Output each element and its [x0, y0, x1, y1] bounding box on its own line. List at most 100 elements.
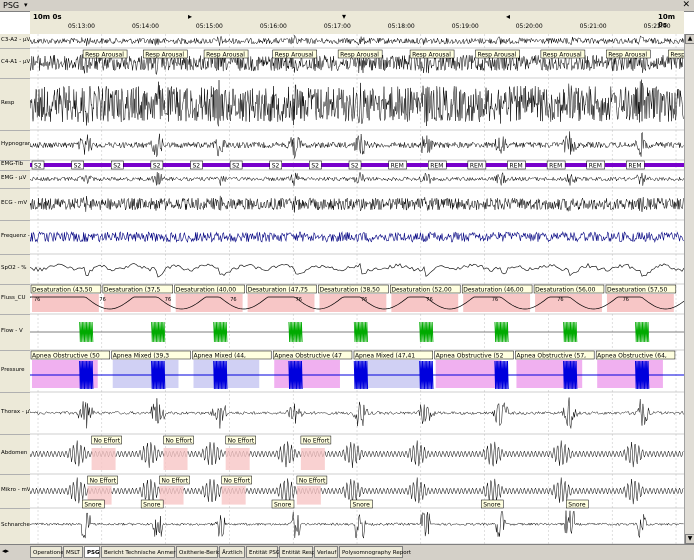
tab-bar: ◂▸ Operationen MSLT PSG Bericht Technische … [0, 544, 694, 560]
scroll-right-marker-icon[interactable]: ▸ [188, 12, 192, 21]
arousal-label-text: Resp Arousal [543, 52, 582, 59]
snore-label-text: Snore [352, 502, 370, 509]
channel-label[interactable]: C3-A2 - µV [1, 37, 30, 43]
channel-label[interactable]: C4-A1 - µV [1, 59, 30, 65]
spo2-value: 76 [492, 297, 498, 303]
channel-label[interactable]: Abdomen [1, 450, 30, 456]
arousal-event: Resp Arousal [272, 49, 317, 59]
flow2-burst [353, 360, 369, 390]
desaturation-label-text: Desaturation (52,00 [391, 287, 452, 294]
tab-nav-icon[interactable]: ◂▸ [2, 547, 9, 555]
channel-label[interactable]: EMG - µV [1, 175, 30, 181]
channel-label[interactable]: SpO2 - % [1, 265, 30, 271]
center-marker-icon[interactable]: ▾ [342, 12, 346, 21]
vertical-scrollbar[interactable]: ▲ ▼ [684, 34, 694, 544]
channel-label[interactable]: Mikro - mV [1, 487, 30, 493]
close-icon[interactable]: ✕ [682, 0, 690, 10]
arousal-event: Resp Arousal [337, 49, 383, 59]
channel-label[interactable]: EMG-Tib [1, 161, 30, 167]
tab-oxitherie-bericht[interactable]: Oxitherie-Bericht [176, 546, 226, 558]
signal-canvas[interactable]: Resp Arousal Resp Arousal Resp Arousal Resp… [30, 34, 684, 544]
sleep-stage-marker: REM [546, 160, 566, 170]
channel-label-column: C3-A2 - µV C4-A1 - µV Resp Hypnogram EMG-Tib… [0, 34, 31, 545]
stage-label-text: REM [628, 163, 641, 170]
spo2-value: 76 [296, 297, 302, 303]
sleep-stage-marker: REM [507, 160, 526, 170]
sleep-stage-marker: REM [467, 160, 487, 170]
desaturation-fill [535, 294, 602, 312]
stage-label-text: REM [589, 163, 602, 170]
spo2-value: 76 [34, 297, 40, 303]
apnea-label-text: Apnea Obstructive (57, [516, 353, 586, 360]
tab-verlauf[interactable]: Verlauf [314, 546, 338, 558]
tab--rztlich[interactable]: Ärztlich [219, 546, 245, 558]
scroll-up-icon[interactable]: ▲ [685, 34, 694, 44]
desaturation-label-text: Desaturation (37,5 [104, 287, 161, 294]
arousal-label-text: Resp Arousal [412, 52, 451, 59]
sleep-stage-marker: S2 [229, 160, 243, 170]
channel-label[interactable]: Fluss_CU [1, 295, 30, 301]
channel-label[interactable]: Frequenz - b [1, 233, 30, 239]
window-title: PSG [3, 1, 20, 10]
apnea-fill [435, 360, 502, 388]
time-tick-label: 05:13:00 [68, 23, 95, 30]
arousal-event: Resp Arousal [82, 49, 128, 59]
apnea-fill [597, 360, 663, 388]
no-effort-label-text: No Effort [299, 478, 326, 485]
snore-label-text: Snore [84, 502, 102, 509]
arousal-label-text: Resp Arousal [477, 52, 516, 59]
apnea-label-text: Apnea Mixed (44, [193, 353, 246, 360]
desaturation-label-text: Desaturation (40,00 [176, 287, 237, 294]
stage-label-text: REM [549, 163, 562, 170]
sleep-stage-marker: S2 [269, 160, 282, 170]
scroll-down-icon[interactable]: ▼ [685, 534, 694, 544]
time-tick-label: 05:18:00 [387, 23, 415, 30]
channel-label[interactable]: Hypnogram [1, 141, 30, 147]
snore-label-text: Snore [483, 502, 501, 509]
channel-separator [0, 284, 30, 285]
channel-label[interactable]: Resp [1, 100, 30, 106]
arousal-label-text: Resp Arousal [145, 52, 184, 59]
tab-bericht-technische-anmerkungen[interactable]: Bericht Technische Anmerkungen [101, 546, 196, 558]
desaturation-label-text: Desaturation (57,50 [607, 287, 668, 294]
snore-label-text: Snore [274, 502, 292, 509]
sleep-stage-marker: REM [626, 160, 645, 170]
no-effort-label-text: No Effort [303, 438, 330, 445]
stage-label-text: S2 [34, 163, 42, 170]
tab-operationen[interactable]: Operationen [30, 546, 67, 558]
spo2-value: 76 [230, 297, 236, 303]
apnea-label-text: Apnea Obstructive (52 [436, 353, 504, 360]
apnea-fill [274, 360, 340, 388]
channel-label[interactable]: Flow - V [1, 328, 30, 334]
stage-label-text: S2 [113, 163, 121, 170]
spo2-value: 76 [426, 297, 432, 303]
tab-entit-t-resp[interactable]: Entität Resp [279, 546, 315, 558]
stage-label-text: REM [391, 163, 404, 170]
tab-entit-t-psg[interactable]: Entität PSG [246, 546, 280, 558]
sleep-stage-marker: REM [388, 160, 407, 170]
tab-mslt[interactable]: MSLT [63, 546, 83, 558]
chevron-down-icon[interactable]: ▾ [24, 1, 28, 9]
channel-label[interactable]: Pressure [1, 367, 30, 373]
channel-separator [0, 254, 30, 255]
arousal-label-text: Resp Arousal [670, 52, 684, 59]
stage-label-text: S2 [232, 163, 240, 170]
arousal-label-text: Resp Arousal [206, 52, 245, 59]
time-tick-label: 05:19:00 [451, 23, 479, 30]
no-effort-label-text: No Effort [162, 478, 189, 485]
arousal-event: Resp Arousal [203, 49, 249, 59]
tab-polysomnography-report[interactable]: Polysomnography Report [339, 546, 411, 558]
scroll-left-marker-icon[interactable]: ◂ [506, 12, 510, 21]
flow2-burst [213, 360, 228, 390]
channel-label[interactable]: ECG - mV [1, 200, 30, 206]
no-effort-label-text: No Effort [94, 438, 121, 445]
tab-psg[interactable]: PSG [84, 546, 100, 558]
time-tick-label: 05:14:00 [131, 23, 159, 30]
arousal-label-text: Resp Arousal [340, 52, 379, 59]
time-tick-label: 05:22:00 [643, 23, 671, 30]
sleep-stage-marker: REM [428, 160, 447, 170]
channel-label[interactable]: Schnarchen_CU [1, 522, 30, 528]
no-effort-label-text: No Effort [224, 478, 251, 485]
epoch-start-label: 10m 0s [33, 13, 62, 21]
channel-label[interactable]: Thorax - µV [1, 409, 30, 415]
